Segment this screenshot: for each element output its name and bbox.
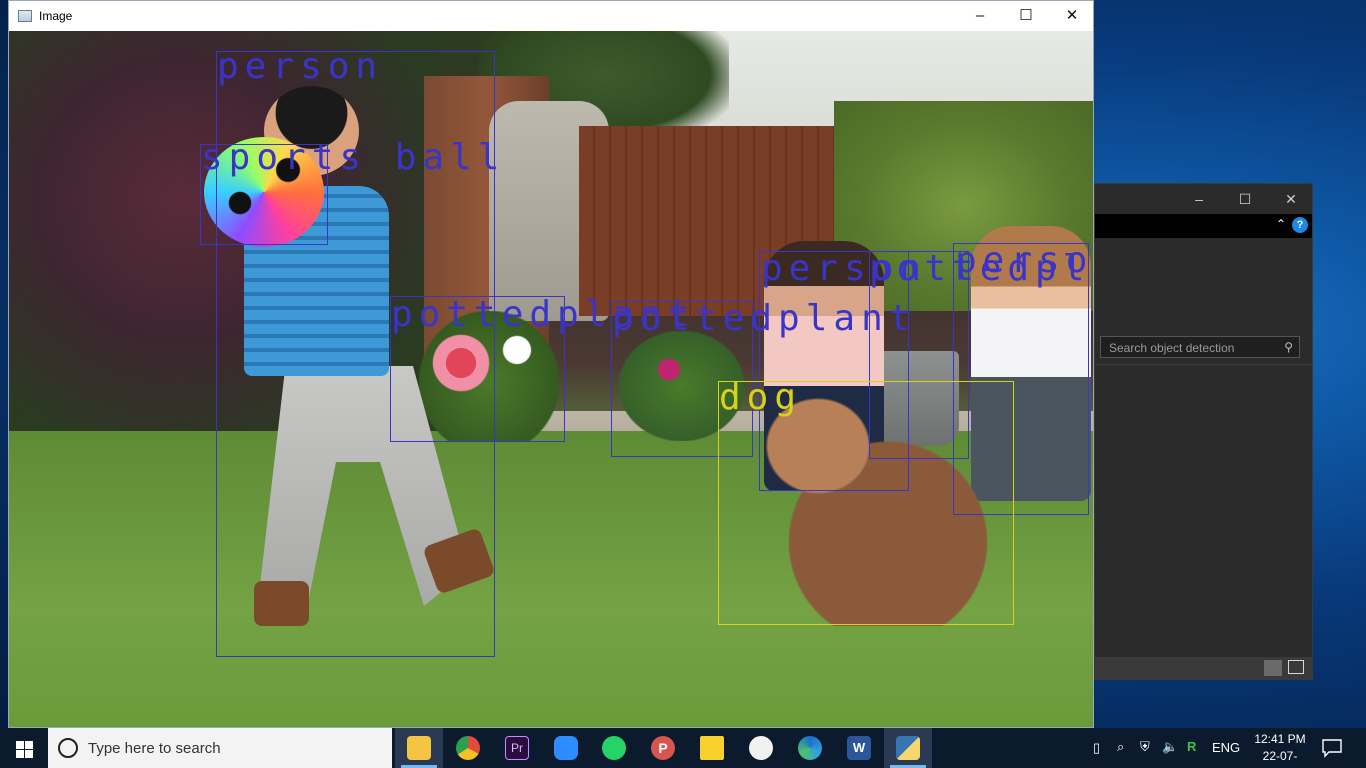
volume-icon[interactable]: 🔈 xyxy=(1162,739,1178,768)
detection-label: dog xyxy=(719,377,803,418)
windows-logo-icon xyxy=(16,741,24,749)
python-icon[interactable] xyxy=(884,728,932,768)
chevron-up-icon[interactable]: ⌃ xyxy=(1276,217,1286,231)
r-app-icon[interactable]: R xyxy=(1187,739,1196,768)
search-icon[interactable]: ⚲ xyxy=(1284,340,1293,354)
clock-time: 12:41 PM xyxy=(1254,732,1306,746)
maximize-button[interactable]: ☐ xyxy=(1003,1,1049,31)
minimize-button[interactable]: – xyxy=(957,1,1003,31)
detection-label: sports ball xyxy=(201,137,506,178)
clock[interactable]: 12:41 PM 22-07-2021 xyxy=(1250,731,1310,768)
close-icon[interactable]: ✕ xyxy=(1268,184,1314,214)
window-title: Image xyxy=(39,9,73,23)
help-icon[interactable]: ? xyxy=(1292,217,1308,233)
image-window[interactable]: Image – ☐ ✕ person sports ball pottedpla… xyxy=(8,0,1094,728)
status-bar xyxy=(1095,657,1312,679)
zoom-icon[interactable] xyxy=(542,728,590,768)
taskbar-search[interactable]: Type here to search xyxy=(48,728,392,768)
pinterest-like-icon[interactable]: P xyxy=(639,728,687,768)
wifi-icon[interactable]: ⌕ xyxy=(1117,739,1124,768)
taskbar: Type here to search Pr P W ▯ ⌕ ⛨ 🔈 R ENG… xyxy=(0,728,1366,768)
usb-icon[interactable]: ▯ xyxy=(1093,740,1100,768)
premiere-pro-icon[interactable]: Pr xyxy=(493,728,541,768)
sticky-notes-icon[interactable] xyxy=(688,728,736,768)
preview-view-icon[interactable] xyxy=(1288,660,1304,674)
window-app-icon xyxy=(18,10,32,22)
clock-date: 22-07-2021 xyxy=(1262,749,1298,768)
whatsapp-icon[interactable] xyxy=(590,728,638,768)
minimize-icon[interactable]: – xyxy=(1176,184,1222,214)
file-explorer-icon[interactable] xyxy=(395,728,443,768)
language-indicator[interactable]: ENG xyxy=(1212,740,1240,768)
image-window-titlebar[interactable]: Image – ☐ ✕ xyxy=(9,1,1093,31)
background-window-titlebar[interactable]: – ☐ ✕ xyxy=(1095,184,1312,214)
start-button[interactable] xyxy=(0,728,48,768)
taskbar-search-placeholder[interactable]: Type here to search xyxy=(88,740,221,757)
app-circle-icon[interactable] xyxy=(737,728,785,768)
image-canvas: person sports ball pottedplant pottedpla… xyxy=(9,31,1093,727)
maximize-icon[interactable]: ☐ xyxy=(1222,184,1268,214)
notification-icon[interactable] xyxy=(1320,736,1344,760)
divider xyxy=(1095,364,1312,365)
shield-icon[interactable]: ⛨ xyxy=(1140,739,1150,768)
detection-label: person xyxy=(955,240,1093,281)
edge-icon[interactable] xyxy=(786,728,834,768)
object-detection-search[interactable]: ⚲ xyxy=(1100,336,1300,358)
word-icon[interactable]: W xyxy=(835,728,883,768)
close-button[interactable]: ✕ xyxy=(1049,1,1095,31)
ribbon-bar: ⌃ ? xyxy=(1095,214,1312,238)
details-view-icon[interactable] xyxy=(1264,660,1282,676)
search-input[interactable] xyxy=(1107,339,1281,357)
detection-label: person xyxy=(217,46,384,87)
chrome-icon[interactable] xyxy=(444,728,492,768)
cortana-icon[interactable] xyxy=(58,738,78,758)
background-app-window[interactable]: – ☐ ✕ ⌃ ? ⚲ xyxy=(1094,183,1313,680)
